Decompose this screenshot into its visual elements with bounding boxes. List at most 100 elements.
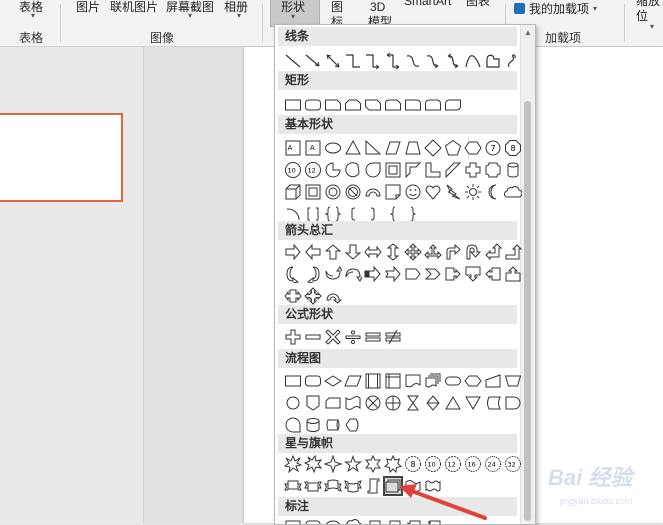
flowchart-merge-icon[interactable]	[464, 394, 482, 412]
right-arrow-callout-icon[interactable]	[444, 265, 462, 283]
quad-arrow-icon[interactable]	[404, 243, 422, 261]
flowchart-decision-icon[interactable]	[324, 372, 342, 390]
curved-connector-icon[interactable]	[404, 52, 422, 70]
sun-icon[interactable]	[464, 183, 482, 201]
elbow-connector-icon[interactable]	[344, 52, 362, 70]
smartart-button[interactable]: SmartArt	[404, 0, 451, 9]
division-sign-icon[interactable]	[344, 328, 362, 346]
equal-sign-icon[interactable]	[364, 328, 382, 346]
gallery-scrollbar[interactable]: ▲	[520, 25, 535, 524]
chart-button[interactable]: 图表	[466, 0, 490, 9]
flowchart-extract-icon[interactable]	[444, 394, 462, 412]
snip-diagonal-rectangle-icon[interactable]	[364, 96, 382, 114]
flowchart-preparation-icon[interactable]	[464, 372, 482, 390]
u-turn-arrow-icon[interactable]	[464, 243, 482, 261]
zoom-dropdown-icon[interactable]: ▾	[650, 22, 654, 31]
bevel-icon[interactable]	[304, 183, 322, 201]
flowchart-manual-operation-icon[interactable]	[504, 372, 522, 390]
right-arrow-icon[interactable]	[284, 243, 302, 261]
cube-icon[interactable]	[284, 183, 302, 201]
flowchart-card-icon[interactable]	[324, 394, 342, 412]
scroll-up-icon[interactable]: ▲	[524, 28, 532, 37]
cloud-callout-icon[interactable]	[344, 519, 362, 524]
triangle-icon[interactable]	[344, 139, 362, 157]
round-same-side-rectangle-icon[interactable]	[424, 96, 442, 114]
round-single-corner-rectangle-icon[interactable]	[404, 96, 422, 114]
parallelogram-icon[interactable]	[384, 139, 402, 157]
explosion-2-icon[interactable]	[304, 455, 322, 473]
album-button[interactable]: 相册	[224, 0, 248, 15]
picture-button[interactable]: 图片	[76, 0, 100, 15]
ribbon-tilted-down-icon[interactable]	[304, 477, 322, 495]
bent-arrow-icon[interactable]	[444, 243, 462, 261]
multiply-sign-icon[interactable]	[324, 328, 342, 346]
rectangle-shape-icon[interactable]	[284, 96, 302, 114]
cloud-icon[interactable]	[504, 183, 522, 201]
flowchart-collate-icon[interactable]	[404, 394, 422, 412]
decagon-icon[interactable]: 10	[284, 161, 302, 179]
curved-arrow-connector-icon[interactable]	[424, 52, 442, 70]
down-arrow-icon[interactable]	[344, 243, 362, 261]
flowchart-stored-data-icon[interactable]	[484, 394, 502, 412]
slide-thumbnail[interactable]	[0, 113, 123, 202]
circular-arrow-icon[interactable]	[324, 287, 342, 305]
plus-sign-icon[interactable]	[284, 328, 302, 346]
shapes-button[interactable]: 形状 ▾	[270, 0, 320, 27]
flowchart-off-page-connector-icon[interactable]	[304, 394, 322, 412]
star-10-point-icon[interactable]: 10	[424, 455, 442, 473]
chevron-shape-icon[interactable]	[424, 265, 442, 283]
flowchart-display-icon[interactable]	[344, 416, 362, 434]
flowchart-punched-tape-icon[interactable]	[344, 394, 362, 412]
left-arrow-callout-icon[interactable]	[484, 265, 502, 283]
explosion-1-icon[interactable]	[284, 455, 302, 473]
star-12-point-icon[interactable]: 12	[444, 455, 462, 473]
my-addins-button[interactable]: 我的加载项 ▾	[514, 0, 597, 16]
flowchart-document-icon[interactable]	[404, 372, 422, 390]
trapezoid-icon[interactable]	[404, 139, 422, 157]
curved-right-arrow-icon[interactable]	[284, 265, 302, 283]
hexagon-icon[interactable]	[464, 139, 482, 157]
double-arrow-line-icon[interactable]	[324, 52, 342, 70]
chord-icon[interactable]	[344, 161, 362, 179]
online-picture-button[interactable]: 联机图片	[110, 0, 158, 15]
striped-right-arrow-icon[interactable]	[364, 265, 382, 283]
oval-icon[interactable]	[324, 139, 342, 157]
textbox-icon[interactable]: A	[284, 139, 302, 157]
star-7-point-icon[interactable]	[384, 455, 402, 473]
scrollbar-thumb[interactable]	[524, 101, 531, 521]
elbow-arrow-connector-icon[interactable]	[364, 52, 382, 70]
curved-double-arrow-icon[interactable]	[444, 52, 462, 70]
left-arrow-icon[interactable]	[304, 243, 322, 261]
screenshot-dropdown-icon[interactable]: ▾	[188, 11, 192, 20]
star-8-point-icon[interactable]: 8	[404, 455, 422, 473]
rectangular-callout-icon[interactable]	[284, 519, 302, 524]
vertical-textbox-icon[interactable]: A	[304, 139, 322, 157]
album-dropdown-icon[interactable]: ▾	[237, 11, 241, 20]
scribble-shape-icon[interactable]	[504, 52, 522, 70]
up-arrow-icon[interactable]	[324, 243, 342, 261]
line-arrow-shape-icon[interactable]	[304, 52, 322, 70]
down-arrow-callout-icon[interactable]	[464, 265, 482, 283]
flowchart-multidocument-icon[interactable]	[424, 372, 442, 390]
octagon-icon[interactable]: 8	[504, 139, 522, 157]
left-right-arrow-icon[interactable]	[364, 243, 382, 261]
lightning-bolt-icon[interactable]	[444, 183, 462, 201]
round-diagonal-rectangle-icon[interactable]	[444, 96, 462, 114]
pentagon-arrow-icon[interactable]	[404, 265, 422, 283]
plaque-icon[interactable]	[484, 161, 502, 179]
left-right-arrow-callout-icon[interactable]	[284, 287, 302, 305]
l-shape-icon[interactable]	[424, 161, 442, 179]
line-callout-icon[interactable]	[364, 519, 382, 524]
line-shape-icon[interactable]	[284, 52, 302, 70]
left-right-up-arrow-icon[interactable]	[424, 243, 442, 261]
minus-sign-icon[interactable]	[304, 328, 322, 346]
curved-left-arrow-icon[interactable]	[304, 265, 322, 283]
donut-icon[interactable]	[324, 183, 342, 201]
partial-circle-icon[interactable]	[324, 161, 342, 179]
curved-ribbon-down-icon[interactable]	[344, 477, 362, 495]
star-4-point-icon[interactable]	[324, 455, 342, 473]
can-icon[interactable]	[504, 161, 522, 179]
curved-ribbon-up-icon[interactable]	[324, 477, 342, 495]
curved-down-arrow-icon[interactable]	[344, 265, 362, 283]
vertical-scroll-icon[interactable]	[364, 477, 382, 495]
